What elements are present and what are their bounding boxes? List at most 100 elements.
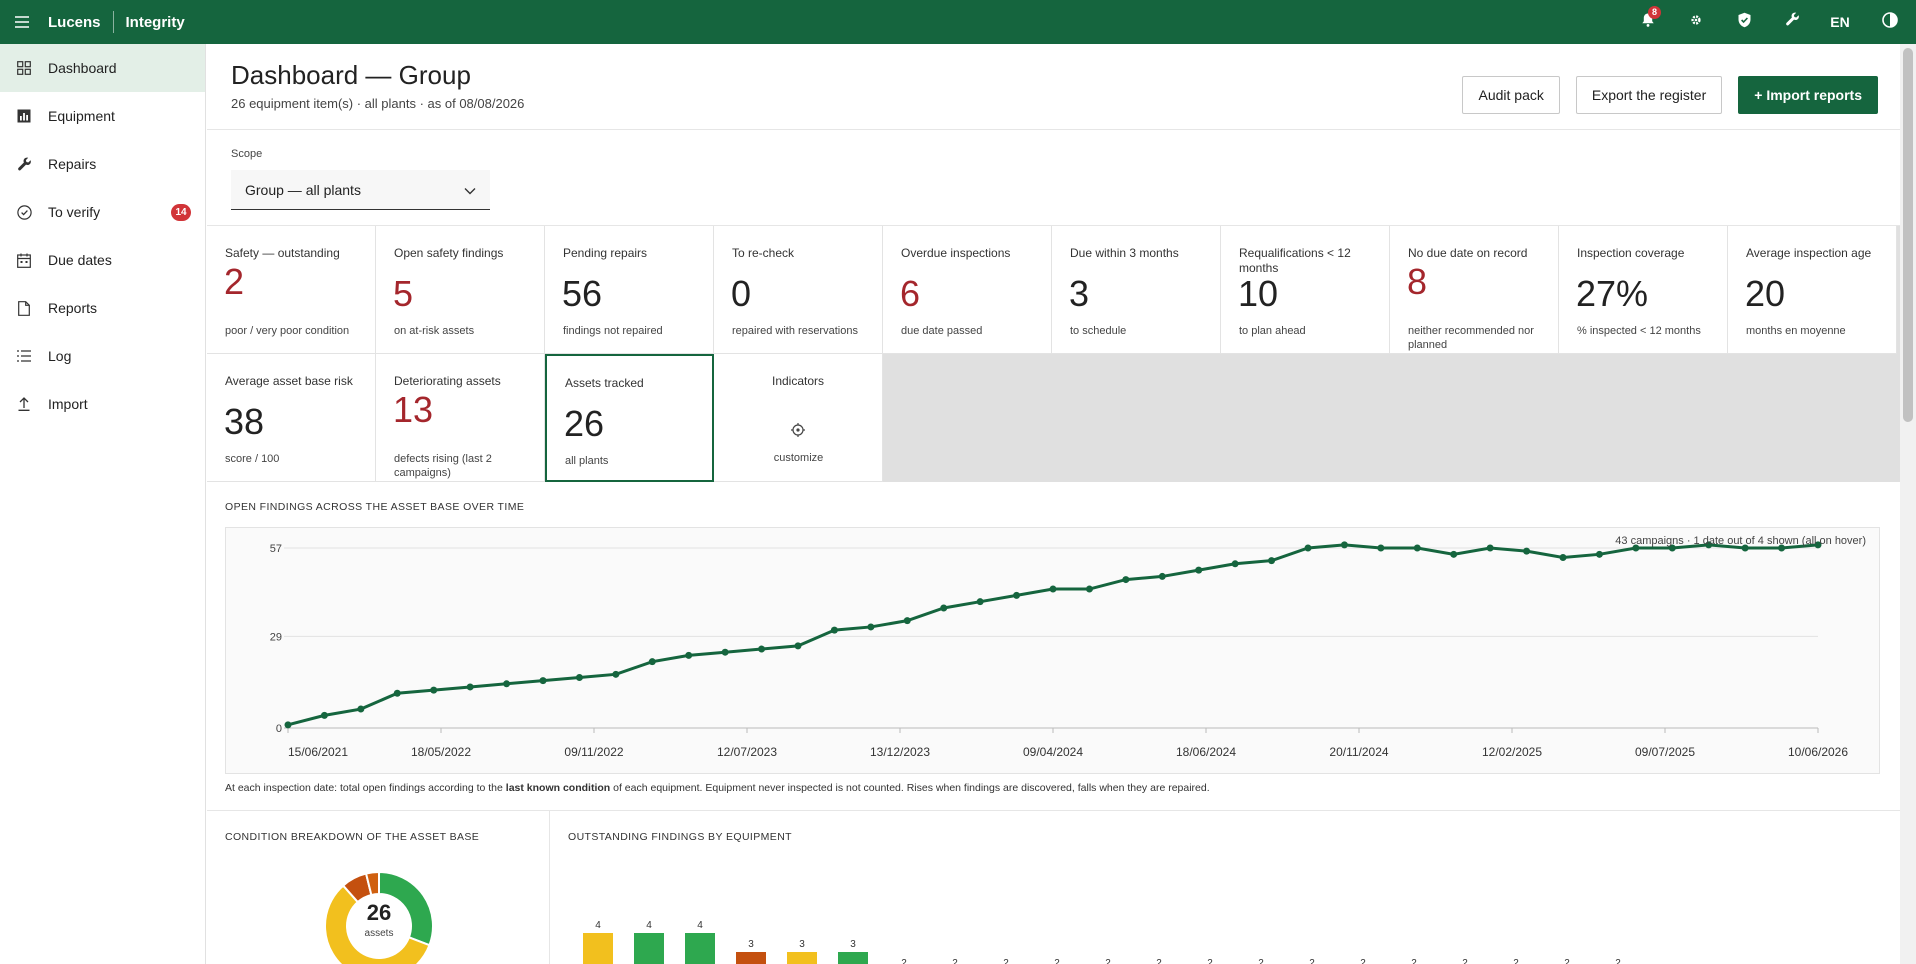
kpi-card[interactable]: Safety — outstanding 2 poor / very poor co… — [207, 226, 376, 354]
kpi-label: No due date on record — [1408, 246, 1528, 260]
customize-link[interactable]: customize — [714, 452, 883, 464]
bar[interactable] — [634, 933, 664, 964]
data-point — [357, 705, 365, 713]
brand-name[interactable]: Lucens — [48, 14, 101, 31]
product-name: Integrity — [125, 13, 185, 31]
sidebar-item-import[interactable]: Import — [0, 380, 205, 428]
tools-button[interactable] — [1768, 0, 1816, 44]
data-point — [430, 686, 438, 694]
bar-value-label: 2 — [952, 958, 958, 964]
data-point — [685, 651, 693, 659]
kpi-card[interactable]: To re-check 0 repaired with reservations — [714, 226, 883, 354]
x-tick-label: 12/02/2025 — [1482, 745, 1542, 759]
audit-pack-button[interactable]: Audit pack — [1462, 76, 1560, 114]
kpi-card[interactable]: Requalifications < 12 months 10 to plan ah… — [1221, 226, 1390, 354]
data-point — [1450, 550, 1458, 558]
bar[interactable] — [787, 952, 817, 964]
page-title: Dashboard — Group — [231, 60, 471, 90]
scope-label: Scope — [231, 148, 263, 160]
kpi-card[interactable]: Inspection coverage 27% % inspected < 12 m… — [1559, 226, 1728, 354]
condition-donut: 26 assets — [324, 870, 434, 964]
kpi-grid: Safety — outstanding 2 poor / very poor co… — [207, 226, 1900, 482]
kpi-subtext: repaired with reservations — [732, 325, 858, 337]
language-selector[interactable]: EN — [1816, 0, 1864, 44]
sidebar-item-dashboard[interactable]: Dashboard — [0, 44, 205, 92]
sidebar-item-to-verify[interactable]: To verify 14 — [0, 188, 205, 236]
data-point — [503, 680, 511, 688]
scrollbar[interactable] — [1900, 44, 1916, 964]
scrollbar-thumb[interactable] — [1903, 48, 1913, 422]
grid-icon — [16, 60, 32, 76]
sidebar-item-label: Dashboard — [48, 60, 117, 76]
data-point — [721, 648, 729, 656]
bar[interactable] — [685, 933, 715, 964]
kpi-card[interactable]: Average asset base risk 38 score / 100 — [207, 354, 376, 482]
kpi-card[interactable]: Average inspection age 20 months en moyenn… — [1728, 226, 1897, 354]
security-button[interactable] — [1720, 0, 1768, 44]
bar-value-label: 4 — [595, 920, 601, 931]
bar-chart: 44433322222222222222211111 — [583, 920, 1621, 964]
kpi-value: 5 — [393, 273, 414, 314]
list-icon — [16, 348, 32, 364]
kpi-card[interactable]: Assets tracked 26 all plants — [545, 354, 714, 482]
kpi-card[interactable]: No due date on record 8 neither recommende… — [1390, 226, 1559, 354]
sidebar-item-label: Due dates — [48, 252, 112, 268]
bar[interactable] — [838, 952, 868, 964]
indicators-label: Indicators — [771, 374, 825, 388]
sidebar-item-repairs[interactable]: Repairs — [0, 140, 205, 188]
shield-icon — [1737, 12, 1752, 33]
sidebar-item-reports[interactable]: Reports — [0, 284, 205, 332]
kpi-label: Average inspection age — [1746, 246, 1872, 260]
import-reports-button[interactable]: + Import reports — [1738, 76, 1878, 114]
data-point — [940, 604, 948, 612]
language-label: EN — [1830, 14, 1850, 30]
kpi-card[interactable]: Open safety findings 5 on at-risk assets — [376, 226, 545, 354]
sidebar-item-due-dates[interactable]: Due dates — [0, 236, 205, 284]
bar[interactable] — [736, 952, 766, 964]
settings-button[interactable] — [1672, 0, 1720, 44]
sidebar-item-equipment[interactable]: Equipment — [0, 92, 205, 140]
kpi-label: To re-check — [732, 246, 795, 260]
brand-divider — [112, 11, 114, 33]
kpi-card[interactable]: Deteriorating assets 13 defects rising (la… — [376, 354, 545, 482]
x-tick-label: 09/04/2024 — [1023, 745, 1083, 759]
data-point — [867, 623, 875, 631]
chart-note: At each inspection date: total open find… — [225, 782, 1210, 794]
page-header: Dashboard — Group 26 equipment item(s) ·… — [207, 44, 1900, 130]
upload-icon — [16, 396, 32, 412]
data-point — [1195, 566, 1203, 574]
settings-icon — [790, 422, 806, 438]
condition-title: CONDITION BREAKDOWN OF THE ASSET BASE — [225, 831, 480, 843]
sidebar-item-log[interactable]: Log — [0, 332, 205, 380]
data-point — [284, 721, 292, 729]
kpi-value: 6 — [900, 273, 921, 314]
data-point — [1523, 547, 1531, 555]
bar-value-label: 2 — [1462, 958, 1468, 964]
x-tick-label: 09/11/2022 — [564, 745, 623, 759]
kpi-card[interactable]: Pending repairs 56 findings not repaired — [545, 226, 714, 354]
data-point — [648, 658, 656, 666]
sidebar-item-label: Reports — [48, 300, 98, 316]
note-prefix: At each inspection date: total open find… — [225, 782, 506, 794]
kpi-label: Safety — outstanding — [225, 246, 340, 260]
kpi-card[interactable]: Due within 3 months 3 to schedule — [1052, 226, 1221, 354]
bar[interactable] — [583, 933, 613, 964]
notifications-button[interactable]: 8 — [1624, 0, 1672, 44]
scope-select[interactable]: Group — all plants — [231, 170, 490, 210]
document-icon — [16, 300, 32, 316]
check-circle-icon — [16, 204, 32, 220]
kpi-value: 26 — [564, 403, 605, 444]
menu-icon[interactable] — [2, 0, 42, 44]
theme-toggle[interactable] — [1864, 0, 1916, 44]
sidebar-item-label: Repairs — [48, 156, 97, 172]
indicators-card[interactable]: Indicators customize — [714, 354, 883, 482]
line-chart-title: OPEN FINDINGS ACROSS THE ASSET BASE OVER… — [225, 501, 525, 513]
bar-chart-title: OUTSTANDING FINDINGS BY EQUIPMENT — [568, 831, 792, 843]
sidebar-item-label: Import — [48, 396, 88, 412]
data-point — [320, 711, 328, 719]
export-register-button[interactable]: Export the register — [1575, 76, 1723, 114]
data-point — [1085, 585, 1093, 593]
x-tick-label: 12/07/2023 — [717, 745, 777, 759]
x-tick-label: 18/06/2024 — [1176, 745, 1236, 759]
kpi-card[interactable]: Overdue inspections 6 due date passed — [883, 226, 1052, 354]
